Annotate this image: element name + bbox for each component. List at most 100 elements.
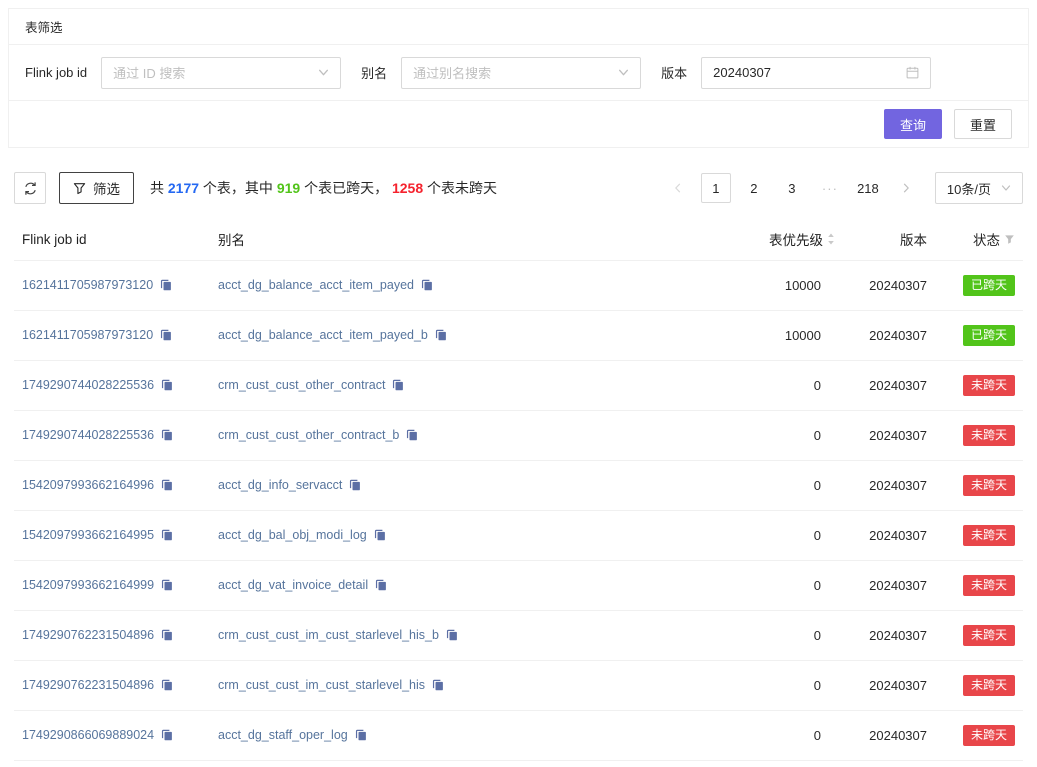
- filter-row: Flink job id 通过 ID 搜索 别名 通过别名搜索 版本 20240…: [9, 45, 1028, 101]
- version-value: 20240307: [843, 611, 935, 661]
- page-number-3[interactable]: 3: [777, 173, 807, 203]
- next-page-button[interactable]: [891, 173, 921, 203]
- version-value: 20240307: [843, 311, 935, 361]
- sorter-icon[interactable]: [827, 233, 835, 245]
- table-row: 1749290744028225536 crm_cust_cust_other_…: [14, 361, 1023, 411]
- priority-header-label: 表优先级: [769, 229, 823, 249]
- priority-value: 0: [717, 711, 843, 761]
- column-header-alias: 别名: [210, 218, 717, 261]
- page-number-1[interactable]: 1: [701, 173, 731, 203]
- version-filter-label: 版本: [661, 63, 687, 82]
- copy-icon[interactable]: [161, 529, 173, 545]
- copy-icon[interactable]: [392, 379, 404, 395]
- copy-icon[interactable]: [421, 279, 433, 295]
- alias-link[interactable]: acct_dg_balance_acct_item_payed: [218, 278, 414, 292]
- copy-icon[interactable]: [432, 679, 444, 695]
- alias-filter-select[interactable]: 通过别名搜索: [401, 57, 641, 89]
- page-ellipsis[interactable]: ···: [815, 173, 845, 203]
- search-button[interactable]: 查询: [884, 109, 942, 139]
- priority-value: 10000: [717, 311, 843, 361]
- job-id-filter-select[interactable]: 通过 ID 搜索: [101, 57, 341, 89]
- alias-link[interactable]: crm_cust_cust_im_cust_starlevel_his: [218, 678, 425, 692]
- summary-total-count: 2177: [168, 180, 199, 196]
- alias-link[interactable]: acct_dg_bal_obj_modi_log: [218, 528, 367, 542]
- priority-value: 0: [717, 411, 843, 461]
- copy-icon[interactable]: [349, 479, 361, 495]
- status-badge: 未跨天: [963, 475, 1015, 496]
- job-id-link[interactable]: 1621411705987973120: [22, 328, 153, 342]
- status-badge: 未跨天: [963, 625, 1015, 646]
- filter-toggle-button[interactable]: 筛选: [59, 172, 134, 204]
- summary-part1: 共: [150, 180, 168, 196]
- page-size-select[interactable]: 10条/页: [935, 172, 1023, 204]
- summary-part3: 个表已跨天，: [300, 180, 392, 196]
- refresh-button[interactable]: [14, 172, 46, 204]
- job-id-link[interactable]: 1542097993662164996: [22, 478, 154, 492]
- chevron-right-icon: [901, 183, 911, 193]
- page-number-last[interactable]: 218: [853, 173, 883, 203]
- job-id-link[interactable]: 1749290762231504896: [22, 628, 154, 642]
- copy-icon[interactable]: [160, 279, 172, 295]
- column-header-priority[interactable]: 表优先级: [717, 218, 843, 261]
- page-size-value: 10条/页: [947, 179, 991, 198]
- alias-link[interactable]: crm_cust_cust_other_contract: [218, 378, 385, 392]
- results-table: Flink job id 别名 表优先级 版本 状态 1621411705987…: [14, 218, 1023, 761]
- alias-link[interactable]: acct_dg_vat_invoice_detail: [218, 578, 368, 592]
- job-id-link[interactable]: 1749290744028225536: [22, 378, 154, 392]
- alias-link[interactable]: acct_dg_staff_oper_log: [218, 728, 348, 742]
- filter-card: 表筛选 Flink job id 通过 ID 搜索 别名 通过别名搜索 版本 2…: [8, 8, 1029, 148]
- copy-icon[interactable]: [161, 629, 173, 645]
- copy-icon[interactable]: [435, 329, 447, 345]
- copy-icon[interactable]: [374, 529, 386, 545]
- column-filter-icon[interactable]: [1004, 234, 1015, 245]
- version-date-input[interactable]: 20240307: [701, 57, 931, 89]
- copy-icon[interactable]: [161, 729, 173, 745]
- copy-icon[interactable]: [161, 679, 173, 695]
- copy-icon[interactable]: [161, 579, 173, 595]
- copy-icon[interactable]: [161, 479, 173, 495]
- alias-link[interactable]: crm_cust_cust_im_cust_starlevel_his_b: [218, 628, 439, 642]
- filter-card-title: 表筛选: [9, 9, 1028, 45]
- job-id-link[interactable]: 1749290762231504896: [22, 678, 154, 692]
- chevron-down-icon: [1001, 183, 1011, 193]
- job-id-link[interactable]: 1749290744028225536: [22, 428, 154, 442]
- copy-icon[interactable]: [406, 429, 418, 445]
- copy-icon[interactable]: [355, 729, 367, 745]
- pagination-top: 1 2 3 ··· 218 10条/页: [663, 172, 1023, 204]
- copy-icon[interactable]: [446, 629, 458, 645]
- job-id-link[interactable]: 1749290866069889024: [22, 728, 154, 742]
- filter-actions: 查询 重置: [9, 101, 1028, 147]
- status-badge: 未跨天: [963, 375, 1015, 396]
- summary-uncrossed-count: 1258: [392, 180, 423, 196]
- alias-link[interactable]: acct_dg_balance_acct_item_payed_b: [218, 328, 428, 342]
- version-date-value: 20240307: [713, 65, 771, 80]
- table-row: 1749290744028225536 crm_cust_cust_other_…: [14, 411, 1023, 461]
- column-header-status[interactable]: 状态: [935, 218, 1023, 261]
- copy-icon[interactable]: [161, 429, 173, 445]
- status-badge: 未跨天: [963, 425, 1015, 446]
- job-id-link[interactable]: 1542097993662164995: [22, 528, 154, 542]
- job-id-link[interactable]: 1542097993662164999: [22, 578, 154, 592]
- filter-toggle-label: 筛选: [93, 178, 120, 198]
- job-id-link[interactable]: 1621411705987973120: [22, 278, 153, 292]
- reset-button[interactable]: 重置: [954, 109, 1012, 139]
- copy-icon[interactable]: [161, 379, 173, 395]
- chevron-left-icon: [673, 183, 683, 193]
- table-row: 1749290762231504896 crm_cust_cust_im_cus…: [14, 611, 1023, 661]
- version-value: 20240307: [843, 411, 935, 461]
- table-row: 1542097993662164999 acct_dg_vat_invoice_…: [14, 561, 1023, 611]
- version-value: 20240307: [843, 511, 935, 561]
- page-number-2[interactable]: 2: [739, 173, 769, 203]
- alias-link[interactable]: acct_dg_info_servacct: [218, 478, 342, 492]
- table-row: 1749290866069889024 acct_dg_staff_oper_l…: [14, 711, 1023, 761]
- version-value: 20240307: [843, 711, 935, 761]
- copy-icon[interactable]: [375, 579, 387, 595]
- prev-page-button[interactable]: [663, 173, 693, 203]
- copy-icon[interactable]: [160, 329, 172, 345]
- chevron-down-icon: [318, 67, 329, 78]
- version-value: 20240307: [843, 461, 935, 511]
- alias-link[interactable]: crm_cust_cust_other_contract_b: [218, 428, 399, 442]
- table-row: 1749290762231504896 crm_cust_cust_im_cus…: [14, 661, 1023, 711]
- status-badge: 未跨天: [963, 575, 1015, 596]
- version-value: 20240307: [843, 261, 935, 311]
